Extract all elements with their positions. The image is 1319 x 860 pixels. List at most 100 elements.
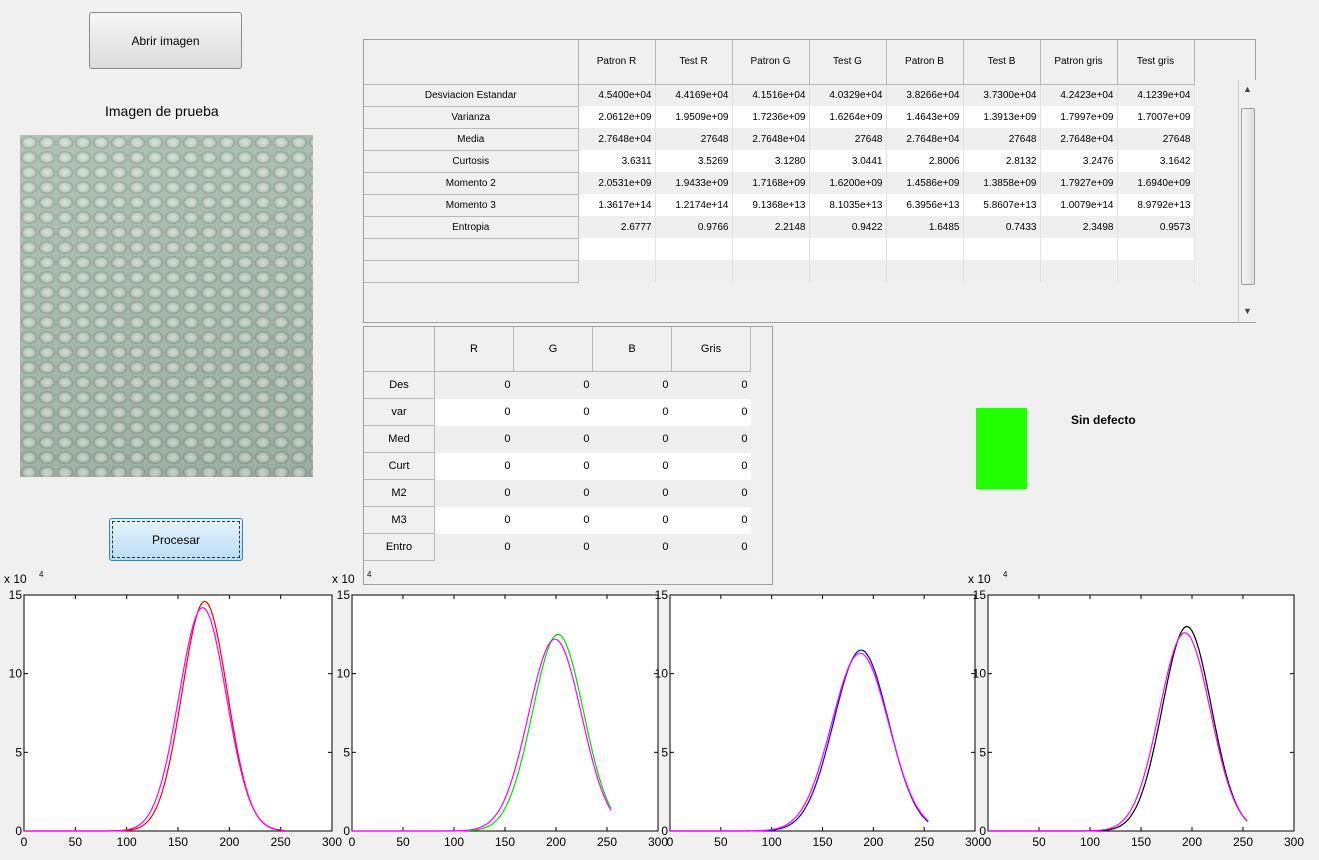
table-cell[interactable]: 0 (671, 479, 751, 507)
table-cell[interactable]: 4.5400e+04 (578, 84, 656, 106)
table-cell[interactable]: 1.7007e+09 (1117, 106, 1195, 128)
open-image-button[interactable]: Abrir imagen (89, 12, 242, 69)
table-cell[interactable]: 0 (592, 425, 672, 453)
table-cell[interactable]: 2.7648e+04 (578, 128, 656, 150)
table-cell[interactable]: 2.8132 (963, 150, 1041, 172)
table-cell[interactable]: 0 (671, 398, 751, 426)
table-cell[interactable]: 0 (592, 533, 672, 561)
table-cell[interactable]: 0 (434, 506, 514, 534)
table-cell[interactable]: 27648 (809, 128, 887, 150)
table-cell[interactable]: 9.1368e+13 (732, 194, 810, 216)
table-cell[interactable]: 0.9422 (809, 216, 887, 238)
table-cell[interactable]: 0 (592, 479, 672, 507)
table-cell[interactable]: 1.3913e+09 (963, 106, 1041, 128)
table-cell[interactable]: 0 (671, 533, 751, 561)
table-cell[interactable]: 5.8607e+13 (963, 194, 1041, 216)
process-button[interactable]: Procesar (109, 518, 243, 561)
table-cell[interactable]: 0 (513, 479, 593, 507)
table-cell[interactable]: 8.9792e+13 (1117, 194, 1195, 216)
table-cell[interactable]: 0.7433 (963, 216, 1041, 238)
table-cell[interactable]: 3.6311 (578, 150, 656, 172)
table-cell[interactable]: 0 (671, 425, 751, 453)
table-cell[interactable]: 0 (513, 533, 593, 561)
table-cell[interactable]: 1.0079e+14 (1040, 194, 1118, 216)
table-cell[interactable]: 1.9509e+09 (655, 106, 733, 128)
table-cell[interactable]: 4.0329e+04 (809, 84, 887, 106)
table-cell[interactable]: 2.0531e+09 (578, 172, 656, 194)
stats-table[interactable]: Patron R Test R Patron G Test G Patron B Test… (363, 39, 1256, 323)
table-cell[interactable]: 0 (592, 398, 672, 426)
table-cell[interactable]: 0 (434, 533, 514, 561)
table-cell[interactable]: 1.7168e+09 (732, 172, 810, 194)
table-cell[interactable]: 2.7648e+04 (1040, 128, 1118, 150)
table-cell[interactable]: 0 (513, 425, 593, 453)
table-cell[interactable]: 3.2476 (1040, 150, 1118, 172)
scroll-down-icon[interactable]: ▼ (1243, 306, 1252, 316)
table-cell[interactable]: 0 (592, 371, 672, 399)
table-cell[interactable]: 0 (434, 398, 514, 426)
table-cell[interactable]: 1.7927e+09 (1040, 172, 1118, 194)
table-cell[interactable]: 2.3498 (1040, 216, 1118, 238)
table-cell[interactable]: 4.2423e+04 (1040, 84, 1118, 106)
diff-table[interactable]: R G B Gris Des 0 0 0 0 var 0 0 0 0 Med 0 0 0 0 Curt 0 0 0 0 M2 0 0… (363, 326, 773, 585)
table-cell[interactable]: 3.1642 (1117, 150, 1195, 172)
table-cell[interactable] (1117, 238, 1195, 260)
table-cell[interactable]: 3.5269 (655, 150, 733, 172)
table-cell[interactable]: 1.7997e+09 (1040, 106, 1118, 128)
stats-table-scrollbar[interactable]: ▲ ▼ (1238, 80, 1256, 322)
table-cell[interactable] (809, 238, 887, 260)
table-cell[interactable] (963, 238, 1041, 260)
table-cell[interactable]: 0 (513, 371, 593, 399)
table-cell[interactable]: 1.6264e+09 (809, 106, 887, 128)
table-cell[interactable]: 1.3617e+14 (578, 194, 656, 216)
table-cell[interactable]: 0 (434, 452, 514, 480)
table-cell[interactable]: 1.6485 (886, 216, 964, 238)
table-cell[interactable] (732, 238, 810, 260)
table-cell[interactable]: 0 (434, 425, 514, 453)
table-cell[interactable] (732, 260, 810, 282)
scroll-up-icon[interactable]: ▲ (1243, 84, 1252, 94)
table-cell[interactable]: 0.9573 (1117, 216, 1195, 238)
table-cell[interactable]: 1.4643e+09 (886, 106, 964, 128)
table-cell[interactable] (886, 238, 964, 260)
table-cell[interactable]: 1.7236e+09 (732, 106, 810, 128)
table-cell[interactable]: 2.2148 (732, 216, 810, 238)
table-cell[interactable]: 1.6200e+09 (809, 172, 887, 194)
table-cell[interactable]: 2.8006 (886, 150, 964, 172)
table-cell[interactable] (1117, 260, 1195, 282)
table-cell[interactable] (809, 260, 887, 282)
table-cell[interactable]: 0 (671, 371, 751, 399)
table-cell[interactable] (578, 260, 656, 282)
table-cell[interactable]: 27648 (655, 128, 733, 150)
table-cell[interactable]: 1.2174e+14 (655, 194, 733, 216)
table-cell[interactable]: 2.7648e+04 (886, 128, 964, 150)
table-cell[interactable]: 0.9766 (655, 216, 733, 238)
table-cell[interactable]: 0 (513, 452, 593, 480)
table-cell[interactable]: 0 (592, 506, 672, 534)
table-cell[interactable]: 4.1239e+04 (1117, 84, 1195, 106)
table-cell[interactable]: 3.7300e+04 (963, 84, 1041, 106)
table-cell[interactable]: 3.0441 (809, 150, 887, 172)
table-cell[interactable]: 1.9433e+09 (655, 172, 733, 194)
table-cell[interactable] (1040, 260, 1118, 282)
table-cell[interactable] (578, 238, 656, 260)
table-cell[interactable]: 0 (671, 452, 751, 480)
table-cell[interactable]: 1.3858e+09 (963, 172, 1041, 194)
table-cell[interactable]: 0 (434, 371, 514, 399)
table-cell[interactable]: 0 (513, 506, 593, 534)
table-cell[interactable]: 8.1035e+13 (809, 194, 887, 216)
table-cell[interactable]: 4.1516e+04 (732, 84, 810, 106)
table-cell[interactable]: 3.8266e+04 (886, 84, 964, 106)
table-cell[interactable]: 4.4169e+04 (655, 84, 733, 106)
table-cell[interactable]: 27648 (963, 128, 1041, 150)
table-cell[interactable]: 3.1280 (732, 150, 810, 172)
table-cell[interactable]: 0 (592, 452, 672, 480)
table-cell[interactable] (655, 238, 733, 260)
table-cell[interactable]: 2.6777 (578, 216, 656, 238)
table-cell[interactable]: 0 (513, 398, 593, 426)
table-cell[interactable]: 6.3956e+13 (886, 194, 964, 216)
table-cell[interactable] (963, 260, 1041, 282)
table-cell[interactable]: 2.7648e+04 (732, 128, 810, 150)
table-cell[interactable] (655, 260, 733, 282)
table-cell[interactable]: 1.6940e+09 (1117, 172, 1195, 194)
